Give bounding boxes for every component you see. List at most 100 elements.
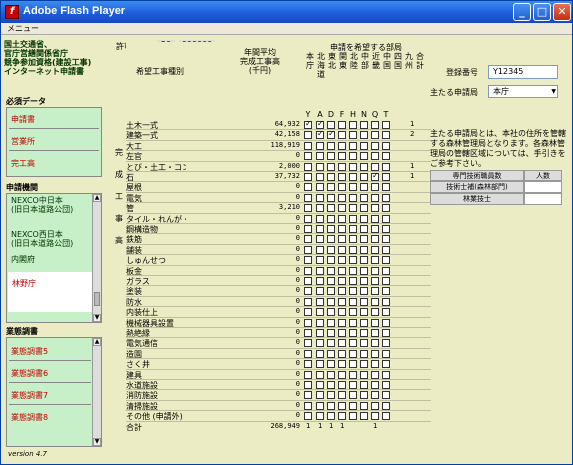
bureau-checkbox[interactable] — [371, 204, 379, 213]
bureau-checkbox[interactable] — [360, 308, 368, 317]
bureau-checkbox[interactable] — [360, 381, 368, 389]
bureau-checkbox[interactable] — [382, 121, 390, 129]
bureau-checkbox[interactable] — [382, 256, 390, 265]
bureau-checkbox[interactable] — [349, 370, 357, 379]
bureau-checkbox[interactable] — [382, 391, 390, 400]
bureau-checkbox[interactable] — [338, 329, 346, 337]
bureau-checkbox[interactable] — [304, 173, 312, 181]
bureau-checkbox[interactable] — [316, 277, 324, 285]
bureau-checkbox[interactable] — [360, 329, 368, 337]
bureau-checkbox[interactable] — [316, 152, 324, 161]
bureau-checkbox[interactable] — [316, 349, 324, 358]
bureau-checkbox[interactable] — [360, 256, 368, 265]
bureau-checkbox[interactable] — [382, 204, 390, 213]
bureau-checkbox[interactable] — [316, 308, 324, 317]
bureau-checkbox[interactable] — [327, 370, 335, 379]
bureau-checkbox[interactable] — [360, 297, 368, 306]
bureau-checkbox[interactable] — [371, 193, 379, 202]
required-item[interactable]: 完工高 — [11, 158, 35, 169]
bureau-checkbox[interactable] — [349, 277, 357, 285]
bureau-checkbox[interactable] — [382, 412, 390, 421]
bureau-checkbox[interactable] — [349, 266, 357, 275]
bureau-checkbox[interactable] — [316, 245, 324, 254]
bureau-checkbox[interactable] — [371, 381, 379, 389]
bureau-checkbox[interactable] — [316, 204, 324, 213]
staff-count-field[interactable] — [524, 181, 562, 193]
bureau-checkbox[interactable] — [327, 173, 335, 181]
bureau-checkbox[interactable] — [360, 141, 368, 150]
bureau-checkbox[interactable] — [338, 401, 346, 410]
scroll-up-icon[interactable]: ▲ — [93, 338, 101, 346]
bureau-checkbox[interactable] — [327, 214, 335, 223]
scroll-down-icon[interactable]: ▼ — [93, 438, 101, 446]
bureau-checkbox[interactable] — [316, 287, 324, 296]
bureau-checkbox[interactable] — [360, 173, 368, 181]
bureau-checkbox[interactable] — [304, 308, 312, 317]
bureau-checkbox[interactable] — [327, 162, 335, 171]
bureau-checkbox[interactable] — [327, 401, 335, 410]
bureau-checkbox[interactable] — [382, 131, 390, 140]
bureau-checkbox[interactable] — [349, 318, 357, 327]
bureau-checkbox[interactable] — [382, 152, 390, 161]
bureau-checkbox[interactable] — [349, 214, 357, 223]
bureau-checkbox[interactable] — [338, 297, 346, 306]
bureau-checkbox[interactable] — [371, 235, 379, 244]
bureau-checkbox[interactable] — [371, 287, 379, 296]
bureau-checkbox[interactable] — [371, 277, 379, 285]
bureau-checkbox[interactable] — [349, 339, 357, 348]
bureau-checkbox[interactable] — [327, 339, 335, 348]
bureau-checkbox[interactable] — [327, 193, 335, 202]
bureau-checkbox[interactable] — [316, 141, 324, 150]
required-item[interactable]: 営業所 — [11, 136, 35, 147]
bureau-checkbox[interactable] — [371, 297, 379, 306]
bureau-checkbox[interactable] — [338, 235, 346, 244]
bureau-checkbox[interactable] — [304, 256, 312, 265]
institution-item[interactable]: NEXCO中日本 (旧日本道路公団) — [11, 196, 73, 214]
bureau-checkbox[interactable] — [371, 318, 379, 327]
bureau-checkbox[interactable] — [316, 266, 324, 275]
bureau-checkbox[interactable] — [316, 225, 324, 233]
bureau-checkbox[interactable] — [327, 152, 335, 161]
bureau-checkbox[interactable] — [327, 204, 335, 213]
bureau-checkbox[interactable] — [304, 349, 312, 358]
bureau-checkbox[interactable] — [360, 214, 368, 223]
bureau-checkbox[interactable] — [338, 308, 346, 317]
institutions-scrollbar[interactable]: ▲ ▼ — [92, 194, 101, 322]
bureau-checkbox[interactable] — [304, 152, 312, 161]
bureau-checkbox[interactable] — [327, 412, 335, 421]
bureau-checkbox[interactable] — [338, 162, 346, 171]
bureau-checkbox[interactable] — [382, 162, 390, 171]
bureau-checkbox[interactable] — [360, 245, 368, 254]
bureau-checkbox[interactable] — [338, 204, 346, 213]
close-button[interactable]: ✕ — [553, 3, 571, 21]
bureau-checkbox[interactable] — [371, 152, 379, 161]
bureau-checkbox[interactable] — [360, 183, 368, 192]
bureau-checkbox[interactable] — [371, 131, 379, 140]
bureau-checkbox[interactable] — [304, 297, 312, 306]
bureau-checkbox[interactable] — [316, 318, 324, 327]
bureau-checkbox[interactable] — [349, 297, 357, 306]
bureau-checkbox[interactable] — [327, 129, 335, 140]
bureau-checkbox[interactable] — [304, 318, 312, 327]
bureau-checkbox[interactable] — [304, 339, 312, 348]
bureau-checkbox[interactable] — [382, 297, 390, 306]
bureau-checkbox[interactable] — [338, 193, 346, 202]
bureau-checkbox[interactable] — [338, 131, 346, 140]
bureau-checkbox[interactable] — [316, 162, 324, 171]
bureau-checkbox[interactable] — [382, 193, 390, 202]
bureau-checkbox[interactable] — [382, 225, 390, 233]
bureau-checkbox[interactable] — [316, 214, 324, 223]
bureau-checkbox[interactable] — [304, 412, 312, 421]
bureau-checkbox[interactable] — [349, 329, 357, 337]
bureau-checkbox[interactable] — [304, 401, 312, 410]
bureau-checkbox[interactable] — [360, 204, 368, 213]
bureau-checkbox[interactable] — [338, 339, 346, 348]
bureau-checkbox[interactable] — [338, 173, 346, 181]
bureau-checkbox[interactable] — [349, 235, 357, 244]
survey-item[interactable]: 業態調書5 — [11, 346, 48, 357]
bureau-checkbox[interactable] — [316, 412, 324, 421]
menu-item[interactable]: メニュー — [7, 23, 39, 34]
bureau-checkbox[interactable] — [327, 121, 335, 129]
institution-selected-row[interactable]: 林野庁 — [8, 272, 92, 312]
survey-item[interactable]: 業態調書8 — [11, 412, 48, 423]
